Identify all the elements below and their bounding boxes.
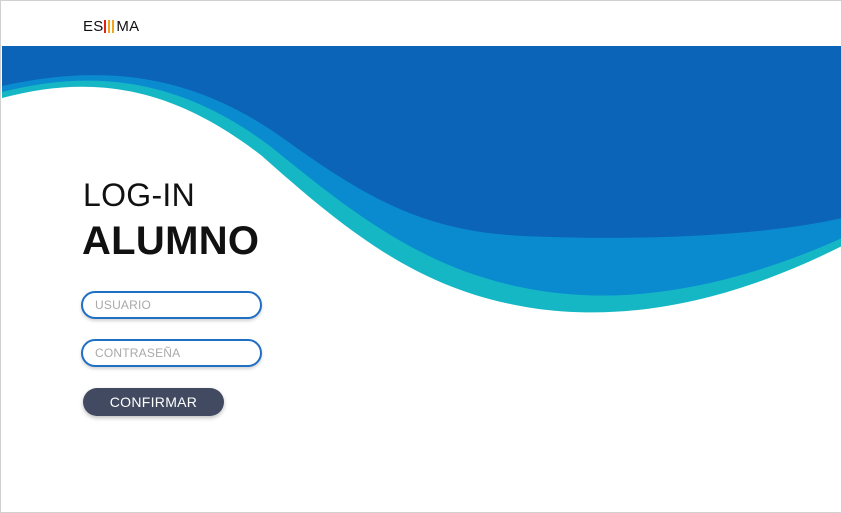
logo-text-suffix: MA (116, 17, 140, 35)
esiima-logo: ES MA (83, 16, 139, 36)
login-page: ES MA LOG-IN ALUMNO CONFIRMAR (0, 0, 842, 513)
login-subtitle: ALUMNO (82, 219, 260, 263)
logo-bars-icon (104, 19, 115, 33)
confirm-button[interactable]: CONFIRMAR (83, 388, 224, 416)
logo-text-prefix: ES (83, 17, 104, 35)
password-input[interactable] (81, 339, 262, 367)
username-input[interactable] (81, 291, 262, 319)
logo-bar (112, 19, 115, 33)
login-title: LOG-IN (83, 177, 196, 213)
logo-bar (108, 19, 111, 33)
logo-bar (104, 19, 107, 33)
